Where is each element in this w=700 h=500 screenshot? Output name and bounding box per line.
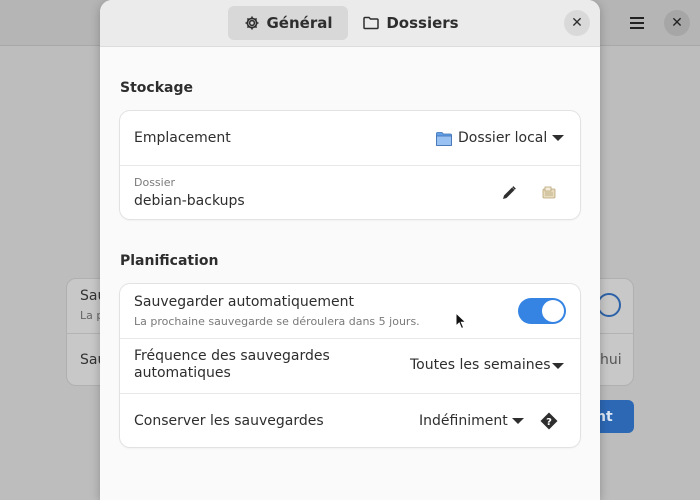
close-icon[interactable]: ✕	[564, 10, 590, 36]
section-title-storage: Stockage	[120, 80, 193, 96]
folder-icon	[363, 16, 380, 30]
tab-dossiers-label: Dossiers	[386, 14, 459, 32]
frequency-label-line1: Fréquence des sauvegardes	[134, 348, 330, 364]
location-value: Dossier local	[458, 130, 548, 146]
background-toggle	[597, 293, 621, 317]
toggle-knob	[542, 300, 564, 322]
file-chooser-icon[interactable]	[541, 185, 557, 205]
window-close-icon[interactable]: ✕	[664, 10, 690, 36]
location-label: Emplacement	[134, 130, 231, 146]
folder-value: debian-backups	[134, 193, 245, 209]
frequency-label-line2: automatiques	[134, 365, 231, 381]
auto-backup-toggle[interactable]	[518, 298, 566, 324]
chevron-down-icon	[512, 418, 524, 424]
gear-icon	[244, 15, 260, 31]
keep-label: Conserver les sauvegardes	[134, 413, 324, 429]
frequency-row[interactable]: Fréquence des sauvegardes automatiques T…	[120, 339, 580, 393]
chevron-down-icon	[552, 135, 564, 141]
dialog-header: Général Dossiers ✕	[100, 0, 600, 47]
edit-icon[interactable]	[501, 185, 517, 205]
local-folder-icon	[436, 131, 452, 150]
storage-card: Emplacement Dossier local Dossier debian…	[120, 111, 580, 219]
svg-text:?: ?	[546, 417, 552, 428]
auto-backup-sublabel: La prochaine sauvegarde se déroulera dan…	[134, 315, 420, 328]
schedule-card: Sauvegarder automatiquement La prochaine…	[120, 284, 580, 447]
auto-backup-label: Sauvegarder automatiquement	[134, 294, 355, 310]
mouse-cursor-icon	[455, 311, 467, 334]
folder-row: Dossier debian-backups	[120, 166, 580, 219]
tab-general[interactable]: Général	[228, 6, 348, 40]
preferences-dialog: Général Dossiers ✕ Stockage Emplacement …	[100, 0, 600, 500]
keep-row: Conserver les sauvegardes Indéfiniment ?	[120, 394, 580, 447]
location-row[interactable]: Emplacement Dossier local	[120, 111, 580, 165]
background-row-value: hui	[600, 352, 622, 368]
help-icon[interactable]: ?	[540, 412, 558, 434]
tab-dossiers[interactable]: Dossiers	[361, 6, 461, 40]
section-title-schedule: Planification	[120, 253, 219, 269]
frequency-value: Toutes les semaines	[410, 357, 551, 373]
auto-backup-row: Sauvegarder automatiquement La prochaine…	[120, 284, 580, 338]
keep-value: Indéfiniment	[419, 413, 508, 429]
folder-label: Dossier	[134, 176, 176, 189]
keep-dropdown[interactable]: Indéfiniment	[415, 406, 527, 436]
chevron-down-icon	[552, 363, 564, 369]
main-menu-icon[interactable]	[624, 10, 650, 36]
tab-general-label: Général	[266, 14, 333, 32]
